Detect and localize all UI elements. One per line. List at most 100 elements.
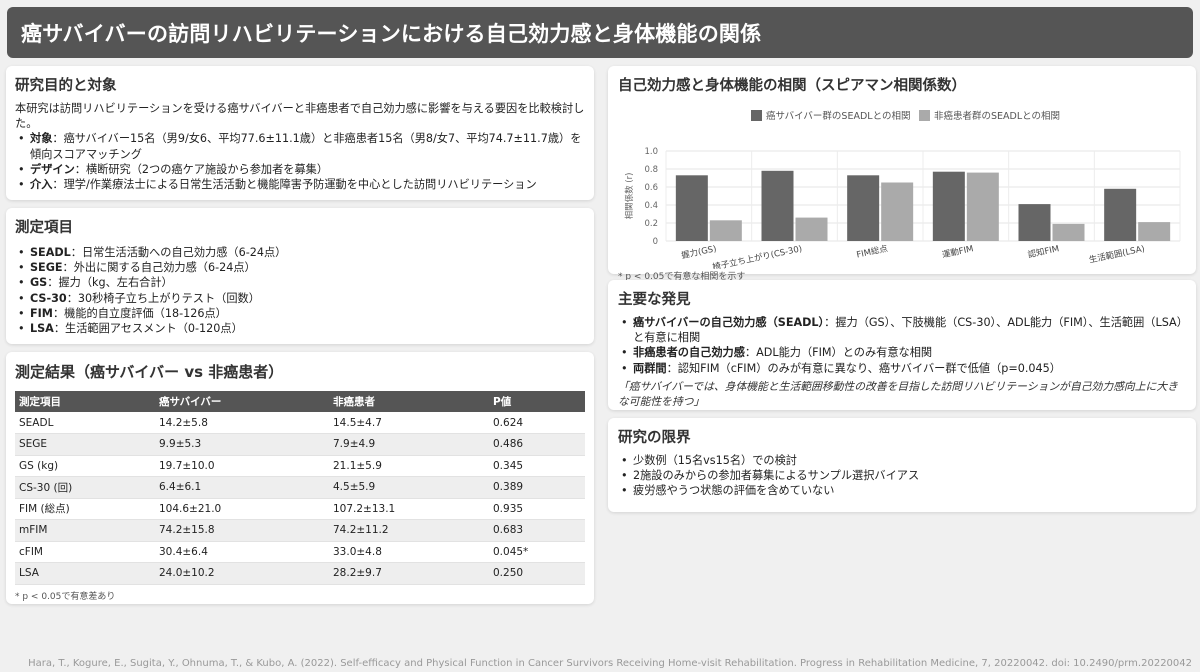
purpose-item: 介入：理学/作業療法士による日常生活活動と機能障害予防運動を中心とした訪問リハビ…: [15, 177, 585, 192]
results-heading: 測定結果（癌サバイバー vs 非癌患者）: [15, 363, 284, 381]
x-tick-label: 認知FIM: [1027, 243, 1060, 260]
measure-item: SEADL：日常生活活動への自己効力感（6-24点）: [15, 245, 585, 260]
measures-list: SEADL：日常生活活動への自己効力感（6-24点） SEGE：外出に関する自己…: [15, 245, 585, 336]
table-cell: 74.2±11.2: [329, 519, 489, 542]
measure-item: CS-30：30秒椅子立ち上がりテスト（回数）: [15, 291, 585, 306]
table-cell: 28.2±9.7: [329, 562, 489, 585]
results-note: * p < 0.05で有意差あり: [15, 591, 116, 602]
measure-text: ：握力（kg、左右合計）: [47, 276, 173, 290]
table-cell: 9.9±5.3: [155, 433, 329, 456]
table-cell: cFIM: [15, 541, 155, 563]
page-title: 癌サバイバーの訪問リハビリテーションにおける自己効力感と身体機能の関係: [21, 21, 762, 46]
column-header: 非癌患者: [329, 391, 489, 412]
title-banner: 癌サバイバーの訪問リハビリテーションにおける自己効力感と身体機能の関係: [7, 7, 1193, 58]
table-row: GS (kg) 19.7±10.0 21.1±5.9 0.345: [15, 455, 585, 477]
results-table: 測定項目 癌サバイバー 非癌患者 P値 SEADL 14.2±5.8 14.5±4.…: [15, 391, 585, 585]
bar: [932, 171, 965, 241]
limits-card: 研究の限界 少数例（15名vs15名）での検討 2施設のみからの参加者募集による…: [608, 418, 1196, 512]
table-header-row: 測定項目 癌サバイバー 非癌患者 P値: [15, 391, 585, 412]
bar: [1104, 188, 1137, 241]
table-cell: 0.389: [489, 476, 585, 499]
purpose-list: 対象：癌サバイバー15名（男9/女6、平均77.6±11.1歳）と非癌患者15名…: [15, 131, 585, 192]
purpose-item: 対象：癌サバイバー15名（男9/女6、平均77.6±11.1歳）と非癌患者15名…: [15, 131, 585, 161]
bar: [709, 220, 742, 241]
table-cell: 0.935: [489, 498, 585, 520]
findings-quote: 「癌サバイバーでは、身体機能と生活範囲移動性の改善を目指した訪問リハビリテーショ…: [618, 379, 1178, 408]
y-axis-label: 相関係数 (r): [624, 173, 635, 220]
table-cell: 104.6±21.0: [155, 498, 329, 520]
table-cell: CS-30 (回): [15, 476, 155, 499]
measures-heading: 測定項目: [15, 220, 73, 236]
table-cell: mFIM: [15, 519, 155, 542]
finding-item: 両群間：認知FIM（cFIM）のみが有意に異なり、癌サバイバー群で低値（p=0.…: [618, 361, 1186, 376]
findings-card: 主要な発見 癌サバイバーの自己効力感（SEADL）：握力（GS）、下肢機能（CS…: [608, 280, 1196, 410]
purpose-item-label: デザイン: [30, 162, 75, 176]
bar: [966, 172, 999, 241]
purpose-item-label: 対象: [30, 132, 53, 146]
finding-label: 癌サバイバーの自己効力感（SEADL）: [633, 316, 825, 329]
bar: [795, 217, 828, 241]
findings-list: 癌サバイバーの自己効力感（SEADL）：握力（GS）、下肢機能（CS-30）、A…: [618, 315, 1186, 376]
y-tick-label: 0.2: [644, 219, 658, 229]
table-cell: 33.0±4.8: [329, 541, 489, 563]
table-row: cFIM 30.4±6.4 33.0±4.8 0.045*: [15, 541, 585, 563]
table-cell: SEGE: [15, 433, 155, 456]
bar: [1018, 204, 1051, 241]
citation: Hara, T., Kogure, E., Sugita, Y., Ohnuma…: [28, 658, 1192, 669]
table-cell: 14.5±4.7: [329, 412, 489, 434]
measure-text: ：生活範囲アセスメント（0-120点）: [53, 322, 243, 336]
limits-heading: 研究の限界: [618, 430, 691, 446]
finding-text: ：認知FIM（cFIM）のみが有意に異なり、癌サバイバー群で低値（p=0.045…: [666, 361, 1061, 375]
x-tick-label: 椅子立ち上がり(CS-30): [711, 243, 803, 269]
limits-list: 少数例（15名vs15名）での検討 2施設のみからの参加者募集によるサンプル選択…: [618, 453, 1186, 499]
measure-text: ：外出に関する自己効力感（6-24点）: [62, 261, 256, 275]
column-header: P値: [489, 391, 585, 412]
table-cell: 0.045*: [489, 541, 585, 563]
measure-label: CS-30: [30, 291, 67, 305]
measure-text: ：日常生活活動への自己効力感（6-24点）: [70, 246, 287, 259]
table-row: CS-30 (回) 6.4±6.1 4.5±5.9 0.389: [15, 476, 585, 499]
bar: [847, 175, 880, 241]
finding-label: 非癌患者の自己効力感: [633, 346, 745, 360]
bar: [761, 170, 794, 241]
table-cell: 74.2±15.8: [155, 519, 329, 542]
table-cell: LSA: [15, 562, 155, 585]
correlation-chart: 癌サバイバー群のSEADLとの相関 非癌患者群のSEADLとの相関 0 0.2 0.4 0…: [624, 110, 1181, 269]
y-tick-label: 0: [653, 237, 658, 247]
table-row: SEADL 14.2±5.8 14.5±4.7 0.624: [15, 412, 585, 434]
purpose-item: デザイン：横断研究（2つの癌ケア施設から参加者を募集）: [15, 162, 585, 177]
purpose-item-text: ：横断研究（2つの癌ケア施設から参加者を募集）: [74, 162, 329, 176]
table-row: LSA 24.0±10.2 28.2±9.7 0.250: [15, 562, 585, 585]
measure-label: SEADL: [30, 246, 71, 259]
x-tick-label: 握力(GS): [680, 243, 717, 261]
finding-text: ：ADL能力（FIM）とのみ有意な相関: [744, 346, 933, 360]
table-cell: 14.2±5.8: [155, 412, 329, 434]
limit-item: 2施設のみからの参加者募集によるサンプル選択バイアス: [618, 468, 1186, 483]
purpose-item-text: ：理学/作業療法士による日常生活活動と機能障害予防運動を中心とした訪問リハビリテ…: [52, 178, 537, 192]
table-cell: 4.5±5.9: [329, 476, 489, 499]
results-card: 測定結果（癌サバイバー vs 非癌患者） 測定項目 癌サバイバー 非癌患者 P値…: [6, 352, 594, 604]
y-tick-label: 0.8: [644, 165, 658, 175]
chart-card: 自己効力感と身体機能の相関（スピアマン相関係数） 癌サバイバー群のSEADLとの…: [608, 66, 1196, 282]
table-cell: 0.486: [489, 433, 585, 456]
limit-item: 疲労感やうつ状態の評価を含めていない: [618, 483, 1186, 498]
purpose-item-text: ：癌サバイバー15名（男9/女6、平均77.6±11.1歳）と非癌患者15名（男…: [30, 132, 582, 161]
bar: [675, 175, 708, 241]
table-cell: 6.4±6.1: [155, 476, 329, 499]
x-tick-label: 生活範囲(LSA): [1088, 243, 1146, 266]
table-cell: 0.624: [489, 412, 585, 434]
y-tick-label: 0.6: [644, 183, 658, 193]
measure-item: LSA：生活範囲アセスメント（0-120点）: [15, 321, 585, 336]
table-cell: 0.250: [489, 562, 585, 585]
legend-swatch: [919, 110, 930, 121]
column-header: 癌サバイバー: [155, 391, 329, 412]
x-tick-label: FIM総点: [855, 243, 889, 260]
table-cell: 19.7±10.0: [155, 455, 329, 477]
measure-text: ：30秒椅子立ち上がりテスト（回数）: [66, 291, 260, 305]
table-row: mFIM 74.2±15.8 74.2±11.2 0.683: [15, 519, 585, 542]
table-cell: 107.2±13.1: [329, 498, 489, 520]
table-cell: 7.9±4.9: [329, 433, 489, 456]
chart-heading: 自己効力感と身体機能の相関（スピアマン相関係数）: [618, 78, 966, 94]
measure-label: FIM: [30, 306, 53, 320]
purpose-card: 研究目的と対象 本研究は訪問リハビリテーションを受ける癌サバイバーと非癌患者で自…: [6, 66, 594, 200]
